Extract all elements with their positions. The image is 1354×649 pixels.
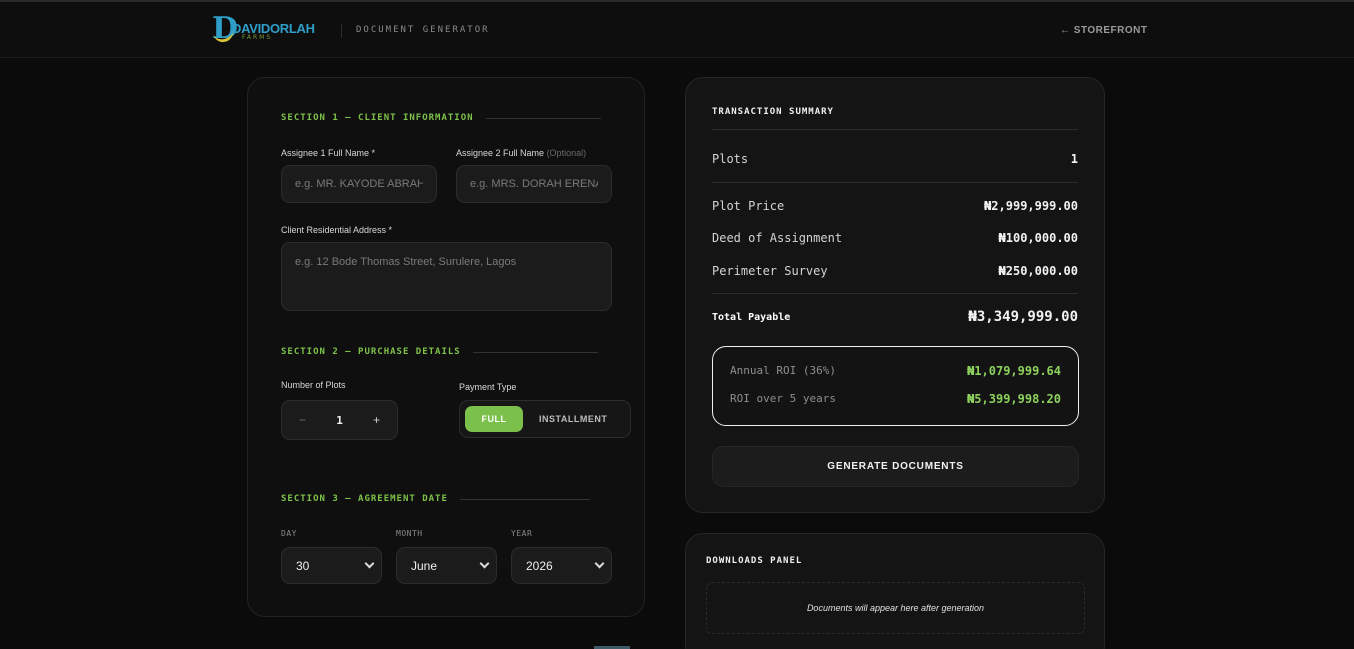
survey-label: Perimeter Survey (712, 264, 828, 278)
roi-5yr-row: ROI over 5 years ₦5,399,998.20 (730, 392, 1061, 406)
increment-button[interactable]: + (373, 413, 380, 427)
section-1-heading: SECTION 1 — CLIENT INFORMATION (281, 113, 601, 123)
year-value: 2026 (526, 558, 553, 573)
survey-value: ₦250,000.00 (998, 264, 1078, 278)
downloads-title: DOWNLOADS PANEL (706, 556, 803, 566)
summary-divider (712, 129, 1078, 130)
transaction-summary-card: TRANSACTION SUMMARY Plots 1 Plot Price ₦… (685, 77, 1105, 513)
assignee-1-input[interactable] (281, 165, 437, 203)
section-2-heading: SECTION 2 — PURCHASE DETAILS (281, 347, 598, 357)
top-bar: D DAVIDORLAH FARMS DOCUMENT GENERATOR ← … (0, 0, 1354, 58)
payment-type-label: Payment Type (459, 382, 517, 392)
plots-stepper: − 1 + (281, 400, 398, 440)
roi-box: Annual ROI (36%) ₦1,079,999.64 ROI over … (712, 346, 1079, 426)
total-value: ₦3,349,999.00 (968, 309, 1078, 325)
deed-label: Deed of Assignment (712, 231, 843, 245)
plots-label: Number of Plots (281, 380, 346, 390)
header-divider (341, 24, 342, 38)
assignee-1-label: Assignee 1 Full Name * (281, 148, 375, 158)
section-1-title: SECTION 1 — CLIENT INFORMATION (281, 113, 474, 123)
payment-installment-option[interactable]: INSTALLMENT (539, 414, 607, 424)
day-value: 30 (296, 558, 310, 573)
address-textarea[interactable] (281, 242, 612, 311)
summary-row-plot-price: Plot Price ₦2,999,999.00 (712, 199, 1078, 213)
summary-row-deed: Deed of Assignment ₦100,000.00 (712, 231, 1078, 245)
summary-row-plots: Plots 1 (712, 152, 1078, 166)
document-form-card: SECTION 1 — CLIENT INFORMATION Assignee … (247, 77, 645, 617)
year-select[interactable]: 2026 (511, 547, 612, 584)
month-select[interactable]: June (396, 547, 497, 584)
summary-row-total: Total Payable ₦3,349,999.00 (712, 309, 1078, 325)
summary-divider (712, 182, 1078, 183)
chevron-down-icon (479, 558, 490, 569)
plots-count: 1 (336, 413, 343, 427)
year-label: YEAR (511, 529, 533, 538)
roi-annual-row: Annual ROI (36%) ₦1,079,999.64 (730, 364, 1061, 378)
optional-hint: (Optional) (546, 148, 587, 158)
assignee-1-label-text: Assignee 1 Full Name * (281, 148, 376, 158)
downloads-panel: DOWNLOADS PANEL Documents will appear he… (685, 533, 1105, 649)
payment-full-option[interactable]: FULL (465, 406, 523, 432)
day-label: DAY (281, 529, 297, 538)
summary-divider (712, 293, 1078, 294)
total-label: Total Payable (712, 311, 791, 323)
assignee-2-label-text: Assignee 2 Full Name (456, 148, 545, 158)
address-label-text: Client Residential Address * (281, 225, 393, 235)
generate-documents-button[interactable]: GENERATE DOCUMENTS (712, 446, 1079, 487)
plot-price-label: Plot Price (712, 199, 785, 213)
address-label: Client Residential Address * (281, 225, 392, 235)
roi-5yr-value: ₦5,399,998.20 (967, 392, 1061, 406)
plots-value: 1 (1070, 152, 1078, 166)
section-3-heading: SECTION 3 — AGREEMENT DATE (281, 494, 590, 504)
month-label: MONTH (396, 529, 423, 538)
roi-5yr-label: ROI over 5 years (730, 392, 836, 405)
assignee-2-label: Assignee 2 Full Name (Optional) (456, 148, 586, 158)
month-value: June (411, 558, 438, 573)
section-1-rule (485, 117, 601, 119)
plot-price-value: ₦2,999,999.00 (984, 199, 1078, 213)
day-select[interactable]: 30 (281, 547, 382, 584)
deed-value: ₦100,000.00 (998, 231, 1078, 245)
storefront-link[interactable]: ← STOREFRONT (1060, 25, 1147, 36)
chevron-down-icon (594, 558, 605, 569)
page-subtitle: DOCUMENT GENERATOR (356, 25, 490, 35)
roi-annual-label: Annual ROI (36%) (730, 364, 836, 377)
plots-label: Plots (712, 152, 749, 166)
roi-annual-value: ₦1,079,999.64 (967, 364, 1061, 378)
downloads-empty-state: Documents will appear here after generat… (706, 582, 1085, 634)
section-3-title: SECTION 3 — AGREEMENT DATE (281, 494, 448, 504)
section-2-title: SECTION 2 — PURCHASE DETAILS (281, 347, 461, 357)
summary-title: TRANSACTION SUMMARY (712, 107, 834, 117)
downloads-empty-text: Documents will appear here after generat… (806, 603, 985, 613)
summary-row-survey: Perimeter Survey ₦250,000.00 (712, 264, 1078, 278)
payment-type-toggle: FULL INSTALLMENT (459, 400, 631, 438)
decrement-button[interactable]: − (299, 413, 306, 427)
logo-subtext: FARMS (242, 34, 273, 41)
section-2-rule (472, 351, 598, 353)
chevron-down-icon (364, 558, 375, 569)
brand-logo[interactable]: D DAVIDORLAH FARMS (212, 14, 322, 46)
assignee-2-input[interactable] (456, 165, 612, 203)
section-3-rule (459, 498, 590, 500)
